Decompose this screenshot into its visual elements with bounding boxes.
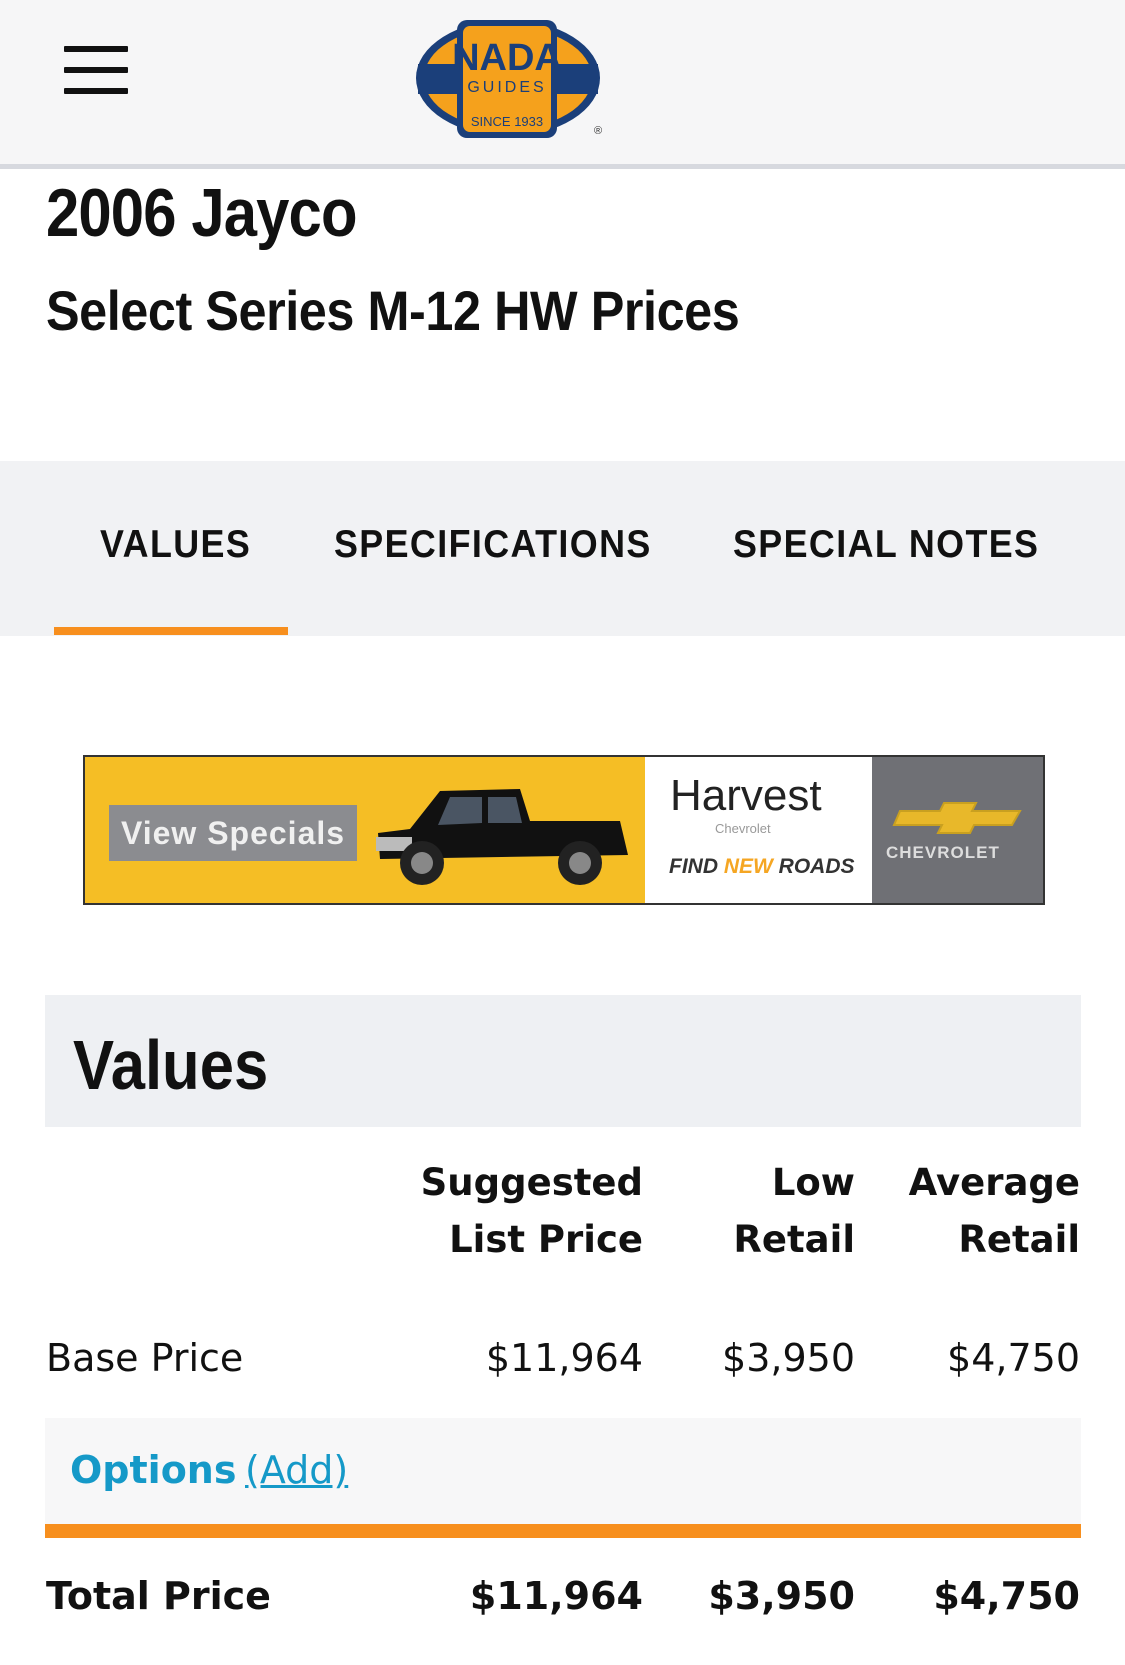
tab-special-notes[interactable]: SPECIAL NOTES: [733, 523, 1039, 567]
column-header-suggested-list: Suggested List Price: [420, 1161, 643, 1261]
total-suggested-list-price: $11,964: [469, 1574, 643, 1618]
options-label: Options: [70, 1448, 237, 1492]
column-header-average-retail: Average Retail: [908, 1161, 1080, 1261]
ad-dealer-panel: Harvest Chevrolet FIND NEW ROADS: [645, 757, 872, 903]
total-average-retail: $4,750: [933, 1574, 1080, 1618]
nada-guides-logo[interactable]: NADA GUIDES SINCE 1933 ®: [412, 18, 612, 142]
options-add-link[interactable]: (Add): [245, 1448, 348, 1492]
menu-icon[interactable]: [64, 46, 128, 94]
total-low-retail: $3,950: [708, 1574, 855, 1618]
column-header-low-retail: Low Retail: [733, 1161, 855, 1261]
base-low-retail: $3,950: [722, 1336, 855, 1380]
page-subtitle: Select Series M-12 HW Prices: [46, 279, 740, 342]
logo-sub: GUIDES: [467, 79, 546, 96]
ad-slogan: FIND NEW ROADS: [669, 855, 855, 878]
top-header: NADA GUIDES SINCE 1933 ®: [0, 0, 1125, 169]
ad-dealer-sub: Chevrolet: [715, 821, 771, 836]
values-section-header: Values: [45, 995, 1081, 1127]
chevrolet-bowtie-icon: [892, 802, 1022, 834]
total-divider: [45, 1524, 1081, 1538]
logo-reg: ®: [594, 125, 602, 137]
base-price-label: Base Price: [46, 1336, 244, 1380]
ad-brand-panel: CHEVROLET: [872, 757, 1043, 903]
ad-dealer-name: Harvest: [670, 771, 822, 820]
ad-yellow-panel: View Specials: [85, 757, 645, 903]
total-price-label: Total Price: [46, 1574, 271, 1618]
logo-brand: NADA: [452, 37, 562, 79]
ad-brand-name: CHEVROLET: [886, 843, 1000, 862]
view-specials-button[interactable]: View Specials: [109, 805, 357, 861]
options-row: Options (Add): [45, 1418, 1081, 1524]
truck-image: [376, 789, 628, 885]
page-title: 2006 Jayco: [46, 175, 358, 251]
ad-banner[interactable]: View Specials Harvest Chevrolet FIND NEW…: [83, 755, 1045, 905]
values-heading: Values: [73, 1026, 269, 1104]
logo-since: SINCE 1933: [471, 114, 543, 129]
base-suggested-list-price: $11,964: [485, 1336, 643, 1380]
tab-bar: VALUES SPECIFICATIONS SPECIAL NOTES: [0, 461, 1125, 636]
base-average-retail: $4,750: [947, 1336, 1080, 1380]
tab-specifications[interactable]: SPECIFICATIONS: [334, 523, 652, 567]
tab-values[interactable]: VALUES: [100, 523, 251, 567]
active-tab-indicator: [54, 627, 288, 635]
